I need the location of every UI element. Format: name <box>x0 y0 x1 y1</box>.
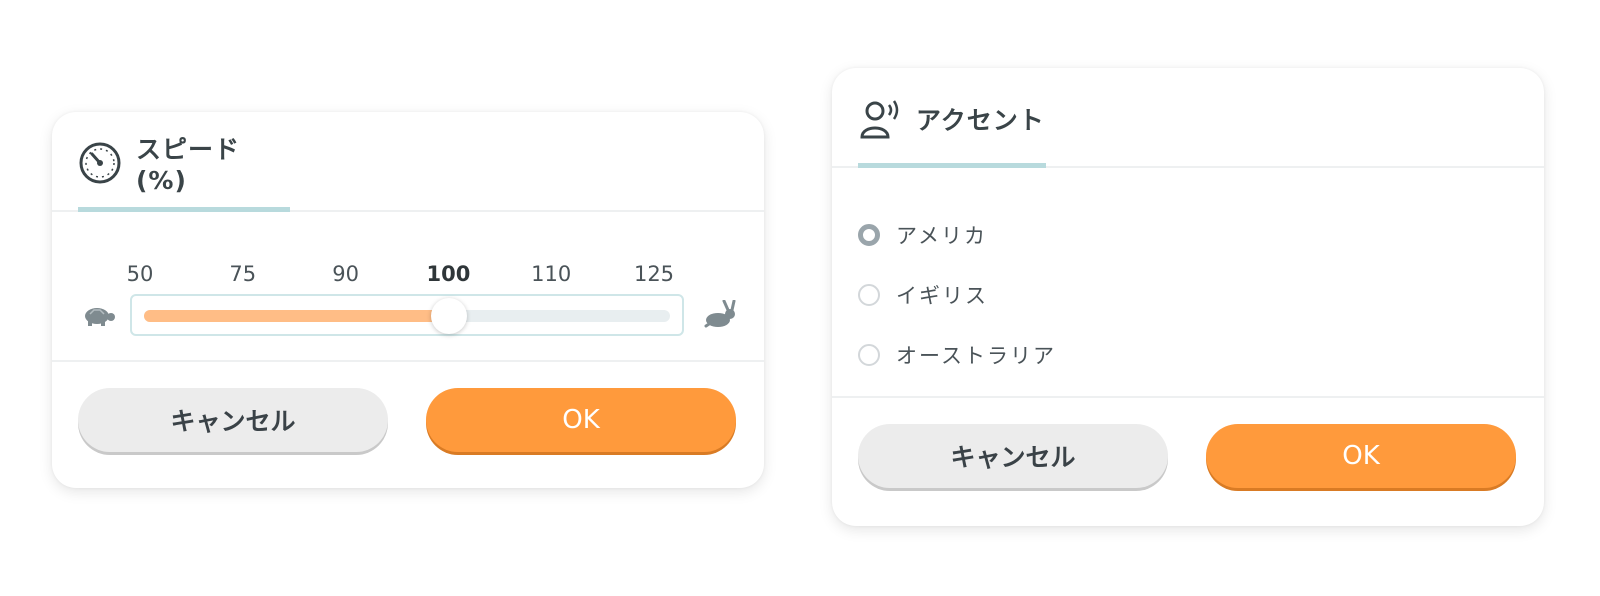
tick-label: 100 <box>426 262 471 286</box>
ok-button[interactable]: OK <box>426 388 736 452</box>
cancel-button[interactable]: キャンセル <box>78 388 388 452</box>
radio-option-uk[interactable]: イギリス <box>858 280 988 310</box>
speed-slider[interactable] <box>130 294 684 336</box>
speedometer-icon <box>78 141 122 185</box>
tick-label: 110 <box>531 262 572 286</box>
tick-label: 125 <box>633 262 675 286</box>
accent-dialog-title: アクセント <box>916 105 1045 135</box>
accent-dialog-header: アクセント <box>832 68 1544 168</box>
divider <box>832 396 1544 398</box>
ok-button[interactable]: OK <box>1206 424 1516 488</box>
radio-label: アメリカ <box>896 224 987 248</box>
slider-track[interactable] <box>144 298 670 334</box>
speed-tick-labels: 50 75 90 100 110 125 <box>52 262 764 292</box>
tab-speed[interactable]: スピード (%) <box>78 114 290 212</box>
rabbit-icon <box>702 299 738 330</box>
slider-thumb[interactable] <box>431 298 468 334</box>
radio-button[interactable] <box>858 224 880 246</box>
turtle-icon <box>80 304 118 328</box>
radio-option-australia[interactable]: オーストラリア <box>858 340 1056 370</box>
tab-accent[interactable]: アクセント <box>858 70 1046 168</box>
speed-dialog: スピード (%) 50 75 90 100 110 125 キャンセル OK <box>52 112 764 488</box>
tick-label: 75 <box>229 262 257 286</box>
speed-dialog-title: スピード (%) <box>136 135 241 195</box>
radio-label: オーストラリア <box>896 344 1056 368</box>
radio-button[interactable] <box>858 284 880 306</box>
radio-label: イギリス <box>896 284 988 308</box>
speed-dialog-header: スピード (%) <box>52 112 764 212</box>
divider <box>52 360 764 362</box>
cancel-button[interactable]: キャンセル <box>858 424 1168 488</box>
accent-dialog: アクセント アメリカ イギリス オーストラリア キャンセル OK <box>832 68 1544 526</box>
radio-button[interactable] <box>858 344 880 366</box>
speaking-person-icon <box>858 97 902 141</box>
tick-label: 90 <box>332 262 359 286</box>
radio-option-america[interactable]: アメリカ <box>858 220 987 250</box>
slider-fill <box>144 310 450 322</box>
tick-label: 50 <box>126 262 154 286</box>
